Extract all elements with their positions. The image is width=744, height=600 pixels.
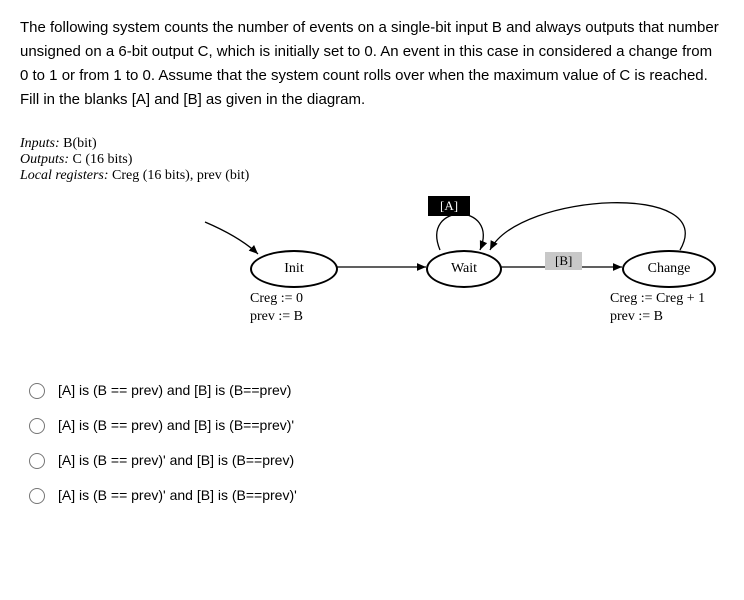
declarations-block: Inputs: B(bit) Outputs: C (16 bits) Loca… [20, 136, 724, 184]
init-actions: Creg := 0 prev := B [250, 290, 303, 326]
change-action-1: Creg := Creg + 1 [610, 290, 705, 308]
label-b-box: [B] [545, 252, 582, 270]
question-text: The following system counts the number o… [20, 16, 724, 112]
option-2[interactable]: [A] is (B == prev) and [B] is (B==prev)' [20, 407, 724, 442]
init-action-2: prev := B [250, 308, 303, 326]
option-1-label: [A] is (B == prev) and [B] is (B==prev) [58, 382, 291, 398]
label-a-box: [A] [428, 196, 470, 216]
state-wait: Wait [426, 250, 502, 288]
state-init: Init [250, 250, 338, 288]
local-label: Local registers: [20, 168, 109, 183]
state-diagram: [A] [B] Init Wait Change Creg := 0 prev … [20, 192, 720, 352]
outputs-label: Outputs: [20, 152, 69, 167]
inputs-label: Inputs: [20, 136, 60, 151]
option-3[interactable]: [A] is (B == prev)' and [B] is (B==prev) [20, 442, 724, 477]
option-2-label: [A] is (B == prev) and [B] is (B==prev)' [58, 417, 294, 433]
init-action-1: Creg := 0 [250, 290, 303, 308]
change-action-2: prev := B [610, 308, 705, 326]
state-change: Change [622, 250, 716, 288]
option-4-label: [A] is (B == prev)' and [B] is (B==prev)… [58, 487, 297, 503]
local-value: Creg (16 bits), prev (bit) [109, 168, 250, 183]
change-actions: Creg := Creg + 1 prev := B [610, 290, 705, 326]
inputs-value: B(bit) [60, 136, 97, 151]
option-3-radio[interactable] [29, 453, 45, 469]
option-1-radio[interactable] [29, 383, 45, 399]
option-4[interactable]: [A] is (B == prev)' and [B] is (B==prev)… [20, 477, 724, 512]
outputs-value: C (16 bits) [69, 152, 132, 167]
option-3-label: [A] is (B == prev)' and [B] is (B==prev) [58, 452, 294, 468]
option-1[interactable]: [A] is (B == prev) and [B] is (B==prev) [20, 372, 724, 407]
option-4-radio[interactable] [29, 488, 45, 504]
diagram-arrows [20, 192, 720, 352]
option-2-radio[interactable] [29, 418, 45, 434]
